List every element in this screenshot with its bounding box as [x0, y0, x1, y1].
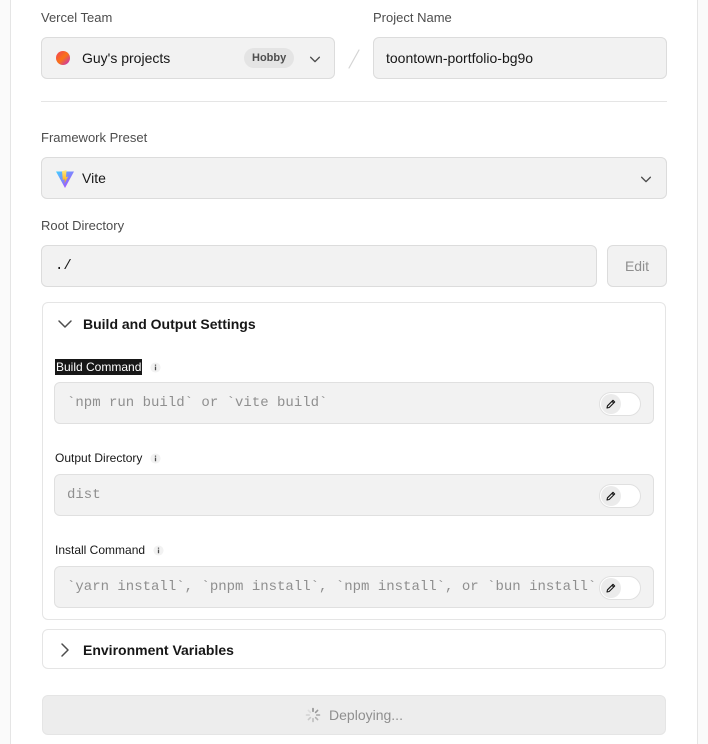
output-directory-label: Output Directory	[55, 451, 143, 465]
build-output-settings-panel: Build and Output Settings Build Command …	[42, 302, 666, 620]
spinner-icon	[305, 707, 321, 723]
install-command-placeholder: `yarn install`, `pnpm install`, `npm ins…	[67, 579, 597, 595]
environment-variables-toggle[interactable]: Environment Variables	[83, 642, 234, 658]
info-icon[interactable]	[150, 361, 161, 373]
deploy-button[interactable]: Deploying...	[42, 695, 666, 735]
info-icon[interactable]	[150, 452, 161, 464]
output-directory-label-row: Output Directory	[55, 451, 161, 465]
separator-slash-icon	[348, 49, 360, 69]
pencil-icon	[606, 491, 616, 501]
toggle-knob	[601, 394, 621, 414]
section-divider	[41, 101, 667, 102]
team-select[interactable]: Guy's projects Hobby	[41, 37, 335, 79]
root-directory-input[interactable]: ./	[41, 245, 597, 287]
deploy-button-label: Deploying...	[329, 707, 403, 723]
output-directory-override-toggle[interactable]	[599, 484, 641, 508]
install-command-label-row: Install Command	[55, 543, 164, 557]
install-command-label: Install Command	[55, 543, 146, 557]
project-name-label: Project Name	[373, 10, 452, 25]
toggle-knob	[601, 578, 621, 598]
info-icon[interactable]	[153, 544, 164, 556]
build-command-override-toggle[interactable]	[599, 392, 641, 416]
chevron-down-icon	[640, 176, 652, 183]
root-directory-label: Root Directory	[41, 218, 125, 233]
project-name-value: toontown-portfolio-bg9o	[386, 50, 534, 66]
chevron-down-icon	[309, 56, 321, 63]
build-command-label-row: Build Command	[55, 359, 161, 375]
root-directory-edit-button[interactable]: Edit	[607, 245, 667, 287]
chevron-right-icon	[61, 643, 69, 657]
install-command-input[interactable]: `yarn install`, `pnpm install`, `npm ins…	[54, 566, 654, 608]
chevron-down-icon[interactable]	[57, 316, 73, 332]
install-command-override-toggle[interactable]	[599, 576, 641, 600]
framework-select[interactable]: Vite	[41, 157, 667, 199]
pencil-icon	[606, 399, 616, 409]
build-command-label: Build Command	[55, 359, 143, 375]
framework-label: Framework Preset	[41, 130, 148, 145]
plan-badge: Hobby	[244, 48, 295, 68]
toggle-knob	[601, 486, 621, 506]
pencil-icon	[606, 583, 616, 593]
team-label: Vercel Team	[41, 10, 113, 25]
environment-variables-panel[interactable]: Environment Variables	[42, 629, 666, 669]
team-avatar-icon	[56, 51, 70, 65]
build-output-settings-toggle[interactable]: Build and Output Settings	[83, 316, 256, 332]
vite-logo-icon	[56, 170, 74, 188]
team-name: Guy's projects	[82, 50, 171, 66]
build-command-input[interactable]: `npm run build` or `vite build`	[54, 382, 654, 424]
root-directory-value: ./	[55, 258, 72, 274]
output-directory-input[interactable]: dist	[54, 474, 654, 516]
project-name-input[interactable]: toontown-portfolio-bg9o	[373, 37, 667, 79]
output-directory-placeholder: dist	[67, 487, 101, 503]
build-command-placeholder: `npm run build` or `vite build`	[67, 395, 328, 411]
framework-value: Vite	[82, 170, 106, 186]
